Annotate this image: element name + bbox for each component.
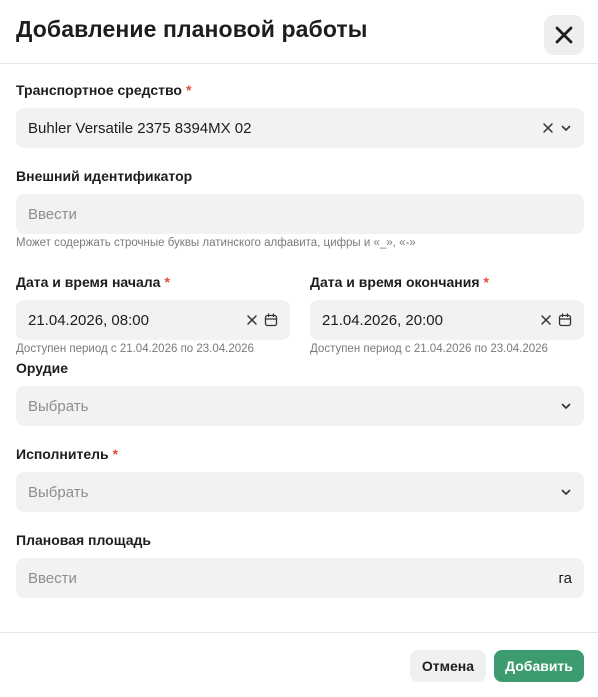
tool-label: Орудие <box>16 360 68 376</box>
clear-icon[interactable] <box>542 122 554 134</box>
tool-placeholder: Выбрать <box>28 397 89 415</box>
required-mark: * <box>185 82 192 98</box>
start-datetime-label-text: Дата и время начала <box>16 274 161 290</box>
clear-icon[interactable] <box>540 314 552 326</box>
executor-label-text: Исполнитель <box>16 446 109 462</box>
external-id-label-text: Внешний идентификатор <box>16 168 193 184</box>
end-datetime-input[interactable]: 21.04.2026, 20:00 <box>310 300 584 340</box>
executor-select[interactable]: Выбрать <box>16 472 584 512</box>
dialog-header: Добавление плановой работы <box>0 0 598 64</box>
planned-area-label-text: Плановая площадь <box>16 532 151 548</box>
vehicle-select[interactable]: Buhler Versatile 2375 8394MX 02 <box>16 108 584 148</box>
vehicle-label: Транспортное средство * <box>16 82 191 98</box>
planned-area-input[interactable]: Ввести га <box>16 558 584 598</box>
cancel-button[interactable]: Отмена <box>410 650 486 682</box>
clear-icon[interactable] <box>246 314 258 326</box>
start-datetime-label: Дата и время начала * <box>16 274 170 290</box>
calendar-icon[interactable] <box>558 313 572 327</box>
start-datetime-value: 21.04.2026, 08:00 <box>28 311 149 329</box>
tool-select[interactable]: Выбрать <box>16 386 584 426</box>
add-button[interactable]: Добавить <box>494 650 584 682</box>
end-datetime-hint: Доступен период с 21.04.2026 по 23.04.20… <box>310 343 548 355</box>
required-mark: * <box>112 446 119 462</box>
close-icon <box>555 26 573 44</box>
end-datetime-label-text: Дата и время окончания <box>310 274 480 290</box>
tool-label-text: Орудие <box>16 360 68 376</box>
external-id-hint: Может содержать строчные буквы латинског… <box>16 237 416 249</box>
external-id-label: Внешний идентификатор <box>16 168 192 184</box>
area-unit: га <box>558 569 572 587</box>
dialog-footer: Отмена Добавить <box>0 632 598 697</box>
vehicle-label-text: Транспортное средство <box>16 82 182 98</box>
required-mark: * <box>164 274 170 290</box>
dialog-title: Добавление плановой работы <box>16 16 368 42</box>
start-datetime-hint: Доступен период с 21.04.2026 по 23.04.20… <box>16 343 254 355</box>
chevron-down-icon[interactable] <box>560 400 572 412</box>
close-button[interactable] <box>544 15 584 55</box>
start-datetime-input[interactable]: 21.04.2026, 08:00 <box>16 300 290 340</box>
chevron-down-icon[interactable] <box>560 486 572 498</box>
end-datetime-label: Дата и время окончания * <box>310 274 489 290</box>
chevron-down-icon[interactable] <box>560 122 572 134</box>
executor-label: Исполнитель * <box>16 446 118 462</box>
external-id-input[interactable]: Ввести <box>16 194 584 234</box>
required-mark: * <box>483 274 489 290</box>
planned-area-label: Плановая площадь <box>16 532 151 548</box>
end-datetime-value: 21.04.2026, 20:00 <box>322 311 443 329</box>
planned-area-placeholder: Ввести <box>28 569 77 587</box>
add-planned-work-dialog: Добавление плановой работы Транспортное … <box>0 0 598 697</box>
executor-placeholder: Выбрать <box>28 483 89 501</box>
external-id-placeholder: Ввести <box>28 205 77 223</box>
calendar-icon[interactable] <box>264 313 278 327</box>
vehicle-value: Buhler Versatile 2375 8394MX 02 <box>28 119 252 137</box>
